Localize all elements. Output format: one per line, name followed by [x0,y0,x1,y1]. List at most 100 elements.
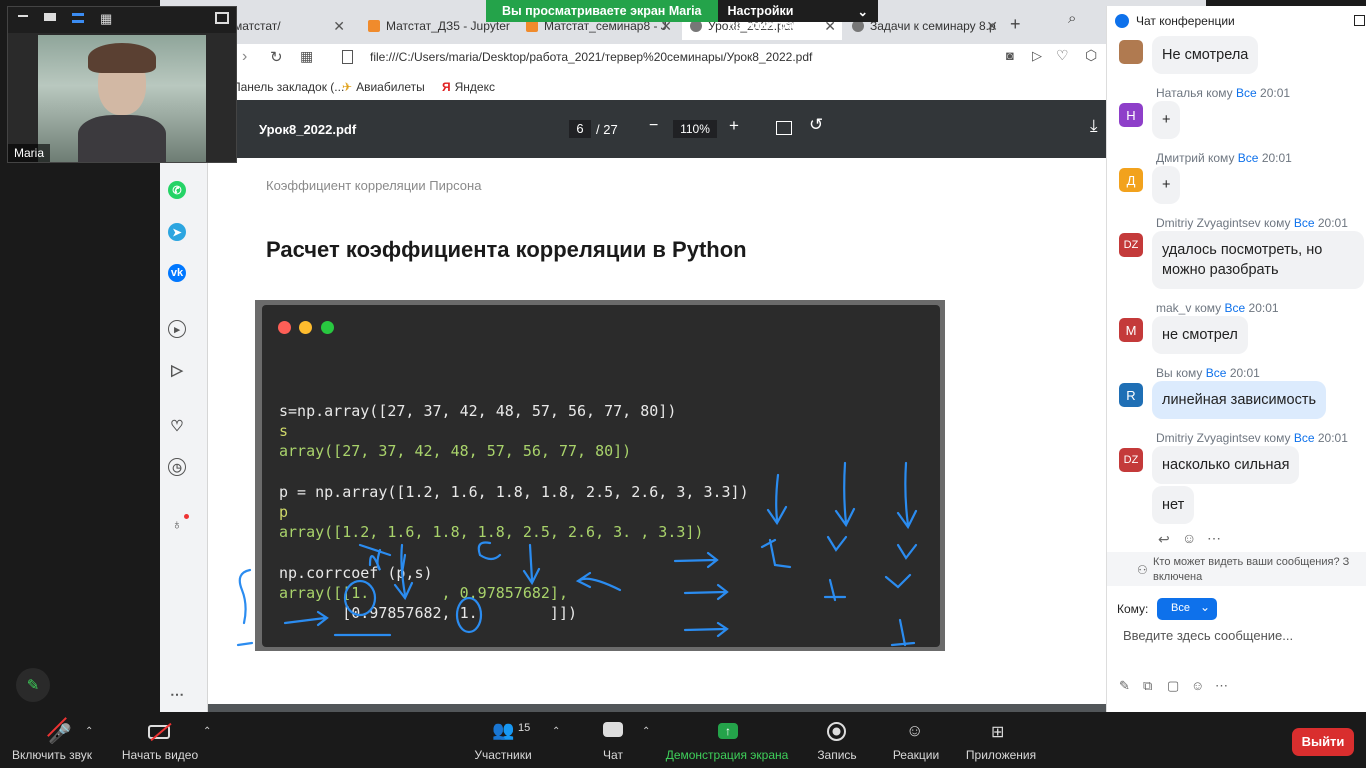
record-button[interactable]: Запись [812,712,862,768]
message-header: Дмитрий кому Все 20:01 [1156,151,1292,165]
to-label: кому [1194,301,1222,315]
page-number-input[interactable]: 6 [569,120,591,138]
reply-icon[interactable]: ↩ [1158,531,1170,548]
start-video-button[interactable]: Начать видео [120,712,200,768]
chat-label: Чат [603,748,623,762]
player-icon[interactable]: ▸ [168,320,186,338]
url-field[interactable]: file:///C:/Users/maria/Desktop/работа_20… [370,50,812,64]
recipient-link[interactable]: Все [1236,86,1257,100]
reactions-button[interactable]: ☺ Реакции [888,712,944,768]
recipient-link[interactable]: Все [1294,431,1315,445]
bulb-icon[interactable]: ♁ [168,515,186,533]
grid-icon[interactable]: ▦ [300,48,313,65]
telegram-icon[interactable]: ➤ [168,223,186,241]
recipient-link[interactable]: Все [1224,301,1245,315]
recipient-value: Все [1171,602,1190,614]
code-line: s=np.array([27, 37, 42, 48, 57, 56, 77, … [279,402,677,420]
new-tab-button[interactable]: + [1010,14,1021,35]
rotate-icon[interactable]: ↺ [809,115,823,135]
bookmarks-bar: Панель закладок (... ✈ Авиабилеты Я Янде… [160,74,1206,100]
bookmark-yandex[interactable]: Я Яндекс [442,80,495,94]
apps-icon: ⊞ [991,724,1005,741]
fit-page-icon[interactable] [776,121,792,135]
maximize-icon[interactable] [1354,15,1365,26]
screenshot-icon[interactable]: ⧉ [1143,678,1152,694]
file-icon[interactable]: ▢ [1167,678,1179,694]
reload-icon[interactable]: ↻ [270,48,283,66]
zoom-logo-icon [1115,14,1129,28]
sender-name: mak_v [1156,301,1192,315]
close-icon[interactable]: ✕ [986,18,998,35]
view-options-button[interactable]: Настройки просмотра ⌄ [717,0,878,32]
grid-view-icon[interactable]: ▦ [100,11,112,27]
zoom-out-button[interactable]: − [649,117,658,135]
zoom-level-input[interactable]: 110% [673,120,717,138]
video-tile-header: ▦ [8,7,236,33]
record-label: Запись [817,748,857,762]
search-icon[interactable]: ⌕ [1068,10,1076,27]
chevron-up-icon[interactable]: ⌃ [85,726,93,737]
participant-hair [88,43,156,73]
recipient-link[interactable]: Все [1294,216,1315,230]
download-icon[interactable]: ⤓ [1090,116,1098,136]
tab-matstat[interactable]: матстат/ ✕ [226,12,351,40]
zoom-in-button[interactable]: + [729,116,739,136]
close-icon[interactable]: ✕ [333,18,345,35]
bookmark-panel[interactable]: Панель закладок (... [232,80,344,94]
exit-fullscreen-icon[interactable] [215,12,229,24]
message-input[interactable]: Введите здесь сообщение... [1123,628,1353,648]
more-icon[interactable]: ⋯ [1215,678,1228,694]
share-screen-button[interactable]: ↑ Демонстрация экрана [664,712,790,768]
close-dot [278,321,291,334]
chat-message: + [1152,166,1181,204]
vk-icon[interactable]: vk [168,264,186,282]
forward-icon[interactable]: › [242,48,247,66]
format-icon[interactable]: ✎ [1119,678,1130,694]
participants-button[interactable]: 👥 15 Участники [470,712,536,768]
history-icon[interactable]: ◷ [168,458,186,476]
more-icon[interactable]: ⋯ [168,685,186,703]
whatsapp-icon[interactable]: ✆ [168,181,186,199]
recipient-dropdown[interactable]: Все ⌄ [1157,598,1217,620]
more-icon[interactable]: ⋯ [1207,530,1221,547]
chat-button[interactable]: Чат [596,712,630,768]
emoji-icon[interactable]: ☺ [1182,530,1196,546]
sender-name: Вы [1156,366,1173,380]
to-label: кому [1208,151,1235,165]
message-header: mak_v кому Все 20:01 [1156,301,1279,315]
heart-icon[interactable]: ♡ [1056,47,1069,64]
send-icon[interactable]: ▷ [1032,48,1042,64]
chevron-up-icon[interactable]: ⌃ [642,726,650,737]
send-icon[interactable]: ▷ [168,361,186,379]
jupyter-icon [368,20,380,32]
avatar: DZ [1119,233,1143,257]
browser-side-panel: ✆ ➤ vk ▸ ▷ ♡ ◷ ♁ ⋯ [160,100,208,712]
recipient-link[interactable]: Все [1206,366,1227,380]
bookmark-avia[interactable]: ✈ Авиабилеты [342,80,425,94]
apps-button[interactable]: ⊞ Приложения [963,712,1039,768]
chevron-up-icon[interactable]: ⌃ [203,726,211,737]
unmute-button[interactable]: 🎤 Включить звук [10,712,94,768]
avatar [1119,40,1143,64]
camera-icon[interactable]: ◙ [1006,48,1014,63]
box-icon[interactable]: ⬡ [1085,47,1097,64]
sender-name: Dmitriy Zvyagintsev [1156,431,1261,445]
avatar: DZ [1119,448,1143,472]
annotate-pencil-icon[interactable]: ✎ [16,668,50,702]
view-options-label: Настройки просмотра [727,4,795,32]
heart-icon[interactable]: ♡ [168,417,186,435]
privacy-note: ⚇ Кто может видеть ваши сообщения? З вкл… [1107,552,1366,586]
minimize-icon[interactable] [18,15,28,17]
single-view-icon[interactable] [44,13,56,21]
chevron-up-icon[interactable]: ⌃ [552,726,560,737]
sender-name: Дмитрий [1156,151,1205,165]
recipient-link[interactable]: Все [1238,151,1259,165]
to-label: Кому: [1117,602,1149,616]
to-label: кому [1264,431,1291,445]
yandex-icon: Я [442,80,451,94]
leave-button[interactable]: Выйти [1292,728,1354,756]
stack-view-icon[interactable] [72,13,84,23]
video-tile[interactable]: ▦ Maria [7,6,237,163]
emoji-icon[interactable]: ☺ [1191,678,1204,693]
pdf-toolbar: Урок8_2022.pdf 6 / 27 − 110% + ↺ ⤓ [208,100,1206,158]
